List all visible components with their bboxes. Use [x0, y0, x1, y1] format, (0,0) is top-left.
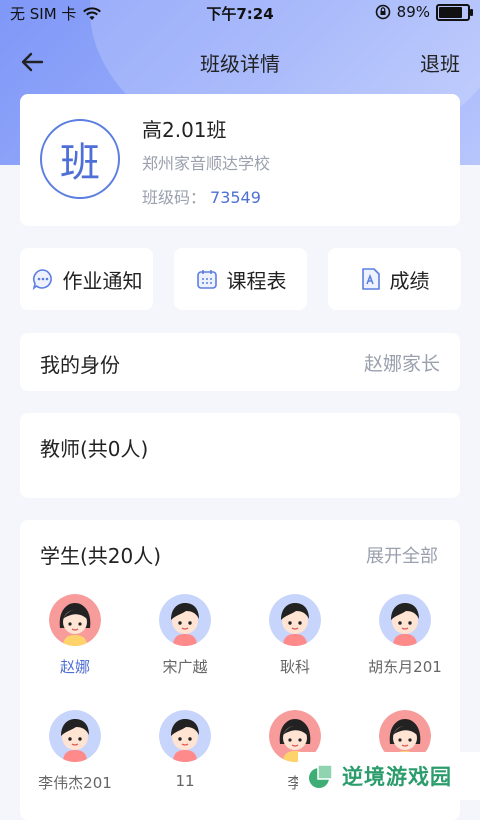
- watermark-text: 逆境游戏园: [342, 765, 452, 789]
- student-item[interactable]: 赵娜: [20, 594, 130, 677]
- navigation-bar: 班级详情 退班: [0, 40, 480, 84]
- status-bar: 无 SIM 卡 下午7:24 89%: [0, 0, 480, 26]
- teachers-section: 教师(共0人): [20, 413, 460, 498]
- teachers-title: 教师(共0人): [40, 437, 149, 461]
- student-name: 耿科: [279, 658, 310, 676]
- student-avatar: [49, 594, 101, 646]
- student-name: 赵娜: [59, 658, 90, 676]
- report-icon: [361, 268, 380, 290]
- student-item[interactable]: 耿科: [240, 594, 350, 677]
- grades-label: 成绩: [389, 268, 430, 293]
- chat-bubble-icon: [32, 269, 52, 291]
- schedule-button[interactable]: 课程表: [174, 248, 307, 310]
- class-badge: 班: [40, 119, 120, 199]
- student-avatar: [49, 710, 101, 762]
- homework-notice-label: 作业通知: [62, 268, 143, 293]
- student-avatar: [379, 594, 431, 646]
- schedule-label: 课程表: [226, 268, 287, 293]
- student-name: 宋广越: [162, 658, 208, 676]
- quit-class-button[interactable]: 退班: [420, 48, 460, 77]
- class-code-label: 班级码：: [142, 188, 207, 207]
- rotation-lock-icon: [375, 4, 390, 20]
- calendar-icon: [196, 270, 217, 289]
- student-item[interactable]: 宋广越: [130, 594, 240, 677]
- page-title: 班级详情: [200, 52, 280, 76]
- watermark: 逆境游戏园: [298, 752, 480, 800]
- class-code-value: 73549: [210, 188, 261, 207]
- class-code: 班级码： 73549: [142, 184, 261, 208]
- student-item[interactable]: 李伟杰201: [20, 710, 130, 793]
- school-name: 郑州家音顺达学校: [142, 154, 271, 173]
- student-avatar: [269, 594, 321, 646]
- identity-row[interactable]: 我的身份 赵娜家长: [20, 333, 460, 391]
- student-name: 胡东月201: [368, 658, 442, 676]
- class-name: 高2.01班: [142, 118, 227, 142]
- grades-button[interactable]: 成绩: [328, 248, 461, 310]
- student-item[interactable]: 胡东月201: [350, 594, 460, 677]
- class-info-card: 班 高2.01班 郑州家音顺达学校 班级码： 73549: [20, 94, 460, 226]
- homework-notice-button[interactable]: 作业通知: [20, 248, 153, 310]
- student-avatar: [159, 594, 211, 646]
- watermark-logo-icon: [309, 764, 333, 788]
- battery-percent: 89%: [396, 3, 430, 21]
- expand-all-link[interactable]: 展开全部: [366, 542, 438, 568]
- student-name: 11: [175, 772, 195, 790]
- identity-value: 赵娜家长: [363, 353, 440, 375]
- battery-icon: [436, 3, 473, 21]
- student-name: 李伟杰201: [38, 774, 112, 792]
- students-title: 学生(共20人): [40, 544, 162, 568]
- identity-label: 我的身份: [40, 353, 120, 377]
- student-item[interactable]: 11: [130, 710, 240, 790]
- student-avatar: [159, 710, 211, 762]
